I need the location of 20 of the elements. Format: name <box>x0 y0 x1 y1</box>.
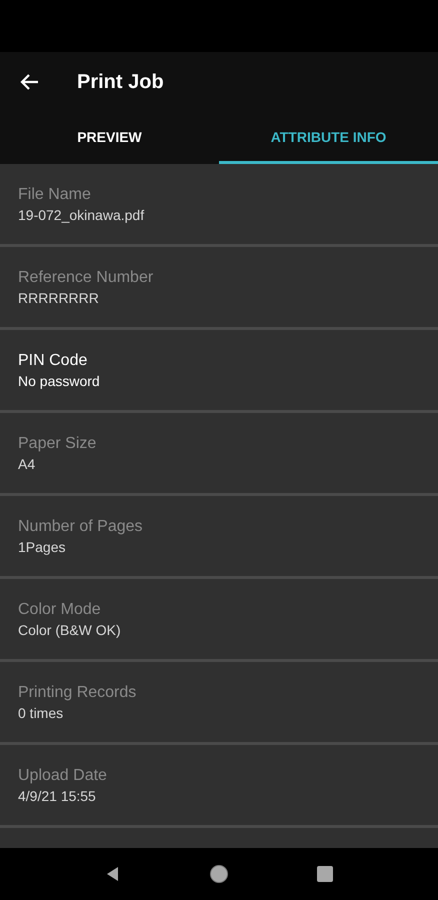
field-label: Color Mode <box>18 600 102 618</box>
field-value: 19-072_okinawa.pdf <box>18 206 146 222</box>
field-label: Upload Date <box>18 766 108 784</box>
tab[interactable]: PREVIEW <box>0 112 219 164</box>
home-icon[interactable] <box>209 864 229 884</box>
field-label: Printing Records <box>18 684 138 702</box>
field-label: Number of Pages <box>18 518 144 536</box>
field-label: Reference Number <box>18 268 154 286</box>
field-label: Paper Size <box>18 434 98 452</box>
field-value: 0 times <box>18 704 64 720</box>
field-value: No password <box>18 372 101 388</box>
screen-title: Print Job <box>77 70 164 94</box>
field-value: RRRRRRRR <box>18 290 100 306</box>
recents-icon[interactable] <box>315 864 335 884</box>
field-value: 4/9/21 15:55 <box>18 788 97 804</box>
field-value: A4 <box>18 456 36 472</box>
field-label: PIN Code <box>18 352 88 370</box>
field-value: 1Pages <box>18 538 66 554</box>
field-value: Color (B&W OK) <box>18 622 122 638</box>
field-label: File Name <box>18 186 92 204</box>
